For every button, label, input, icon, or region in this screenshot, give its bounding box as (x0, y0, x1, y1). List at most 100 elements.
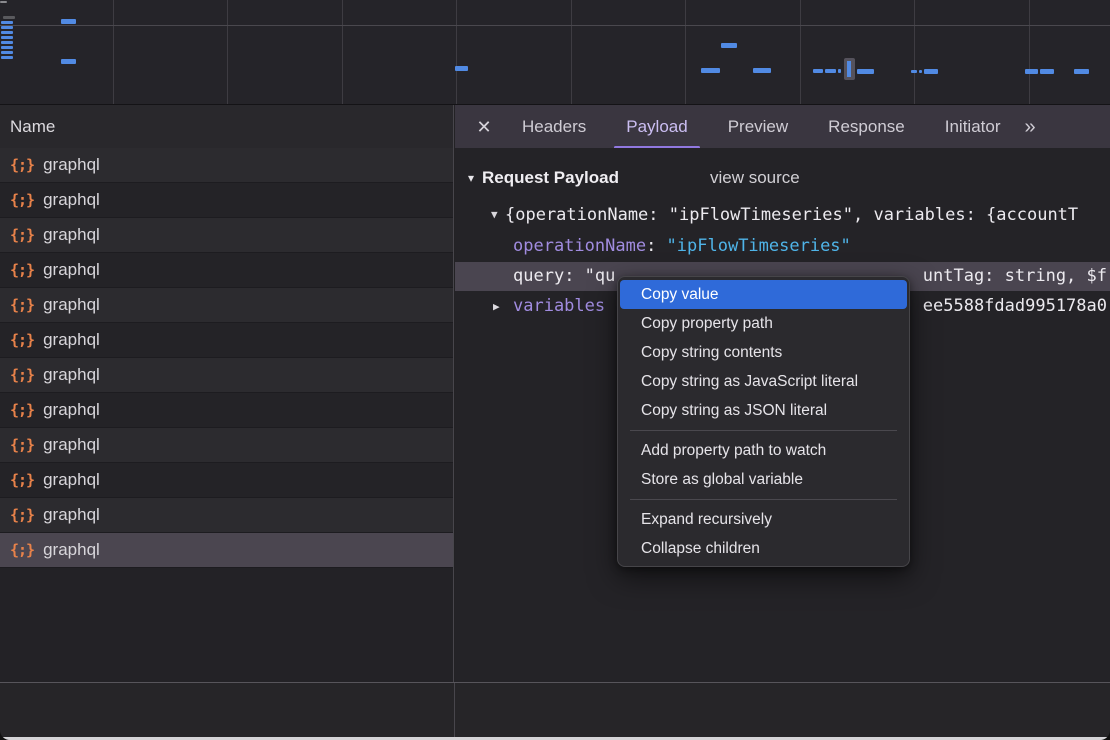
request-timing-bar (857, 69, 874, 74)
gridline (0, 25, 1110, 26)
network-request-list: {;} graphql {;} graphql {;} graphql {;} grap… (0, 148, 454, 682)
menu-item-copy-string-json-literal[interactable]: Copy string as JSON literal (620, 396, 907, 425)
json-request-icon: {;} (10, 331, 34, 349)
json-request-icon: {;} (10, 401, 34, 419)
network-request-row[interactable]: {;} graphql (0, 463, 453, 498)
tab-headers[interactable]: Headers (508, 105, 600, 149)
menu-item-store-as-global-variable[interactable]: Store as global variable (620, 465, 907, 494)
expanded-arrow-icon[interactable]: ▼ (491, 201, 498, 229)
network-request-row[interactable]: {;}graphql (0, 428, 453, 463)
menu-separator (630, 499, 897, 500)
view-source-toggle[interactable]: view source (710, 163, 800, 193)
hovered-request-tick (847, 61, 851, 77)
payload-operationname-row[interactable]: operationName: "ipFlowTimeseries" (455, 232, 1110, 261)
request-timing-bar (911, 70, 917, 73)
network-request-row[interactable]: {;} graphql (0, 183, 453, 218)
menu-separator (630, 430, 897, 431)
collapsed-arrow-icon[interactable]: ▶ (493, 292, 500, 321)
tab-payload[interactable]: Payload (612, 105, 701, 149)
network-request-row-selected[interactable]: {;}graphql (0, 533, 453, 568)
menu-item-copy-value[interactable]: Copy value (620, 280, 907, 309)
request-name: graphql (43, 470, 100, 490)
request-name: graphql (43, 260, 100, 280)
json-request-icon: {;} (10, 156, 34, 174)
summary-footer (0, 683, 1110, 737)
property-key: variables (513, 296, 605, 316)
header-row: Name ✕ Headers Payload Preview Response … (0, 104, 1110, 148)
request-name: graphql (43, 295, 100, 315)
tab-initiator[interactable]: Initiator (931, 105, 1015, 149)
request-timing-bar (1, 21, 13, 24)
network-overview-timeline[interactable] (0, 0, 1110, 104)
network-request-row[interactable]: {;}graphql (0, 393, 453, 428)
request-payload-section[interactable]: ▾ Request Payload view source (455, 163, 1110, 193)
section-title: Request Payload (482, 163, 619, 193)
request-timing-bar (924, 69, 938, 74)
request-timing-bar (1, 56, 13, 59)
request-timing-bar (825, 69, 836, 73)
request-timing-bar (1, 26, 13, 29)
request-timing-bar (1, 36, 13, 39)
network-request-row[interactable]: {;} graphql (0, 148, 453, 183)
payload-root-preview: {operationName: "ipFlowTimeseries", vari… (505, 201, 1078, 229)
gridline (113, 0, 114, 104)
property-key: query (513, 266, 564, 286)
menu-item-add-property-path-to-watch[interactable]: Add property path to watch (620, 436, 907, 465)
name-column-header[interactable]: Name (0, 105, 454, 149)
json-request-icon: {;} (10, 191, 34, 209)
request-timing-bar (61, 59, 76, 64)
gridline (571, 0, 572, 104)
json-request-icon: {;} (10, 296, 34, 314)
payload-root-row[interactable]: ▼ {operationName: "ipFlowTimeseries", va… (455, 201, 1110, 229)
gridline (342, 0, 343, 104)
request-name: graphql (43, 505, 100, 525)
request-timing-bar (1040, 69, 1054, 74)
network-request-row[interactable]: {;} graphql (0, 218, 453, 253)
menu-item-expand-recursively[interactable]: Expand recursively (620, 505, 907, 534)
context-menu: Copy value Copy property path Copy strin… (617, 276, 910, 567)
gridline (456, 0, 457, 104)
json-request-icon: {;} (10, 261, 34, 279)
request-timing-bar (753, 68, 771, 73)
menu-item-collapse-children[interactable]: Collapse children (620, 534, 907, 563)
request-timing-bar (1, 46, 13, 49)
devtools-window: Name ✕ Headers Payload Preview Response … (0, 0, 1110, 740)
key-separator: : (564, 266, 584, 286)
request-timing-bar (721, 43, 737, 48)
json-request-icon: {;} (10, 506, 34, 524)
property-value-left: "qu (585, 266, 616, 286)
more-tabs-icon[interactable]: » (1024, 116, 1033, 139)
tab-response[interactable]: Response (814, 105, 919, 149)
gridline (1029, 0, 1030, 104)
network-request-row[interactable]: {;}graphql (0, 323, 453, 358)
network-request-row[interactable]: {;} graphql (0, 288, 453, 323)
request-name: graphql (43, 225, 100, 245)
json-request-icon: {;} (10, 226, 34, 244)
request-timing-bar (61, 19, 76, 24)
gridline (914, 0, 915, 104)
json-request-icon: {;} (10, 471, 34, 489)
request-name: graphql (43, 365, 100, 385)
key-separator: : (646, 236, 666, 256)
request-name: graphql (43, 190, 100, 210)
gridline (227, 0, 228, 104)
menu-item-copy-property-path[interactable]: Copy property path (620, 309, 907, 338)
request-name: graphql (43, 155, 100, 175)
request-timing-bar (455, 66, 468, 71)
close-icon[interactable]: ✕ (472, 117, 496, 138)
request-name: graphql (43, 540, 100, 560)
network-request-row[interactable]: {;} graphql (0, 358, 453, 393)
tab-preview[interactable]: Preview (714, 105, 802, 149)
request-timing-bar (1074, 69, 1089, 74)
request-timing-bar (701, 68, 720, 73)
gridline (800, 0, 801, 104)
menu-item-copy-string-js-literal[interactable]: Copy string as JavaScript literal (620, 367, 907, 396)
property-value-right: untTag: string, $f (923, 262, 1107, 291)
json-request-icon: {;} (10, 436, 34, 454)
network-request-row[interactable]: {;} graphql (0, 498, 453, 533)
menu-item-copy-string-contents[interactable]: Copy string contents (620, 338, 907, 367)
section-expand-icon[interactable]: ▾ (468, 163, 474, 193)
network-request-row[interactable]: {;} graphql (0, 253, 453, 288)
json-request-icon: {;} (10, 366, 34, 384)
name-column-label: Name (10, 117, 55, 136)
